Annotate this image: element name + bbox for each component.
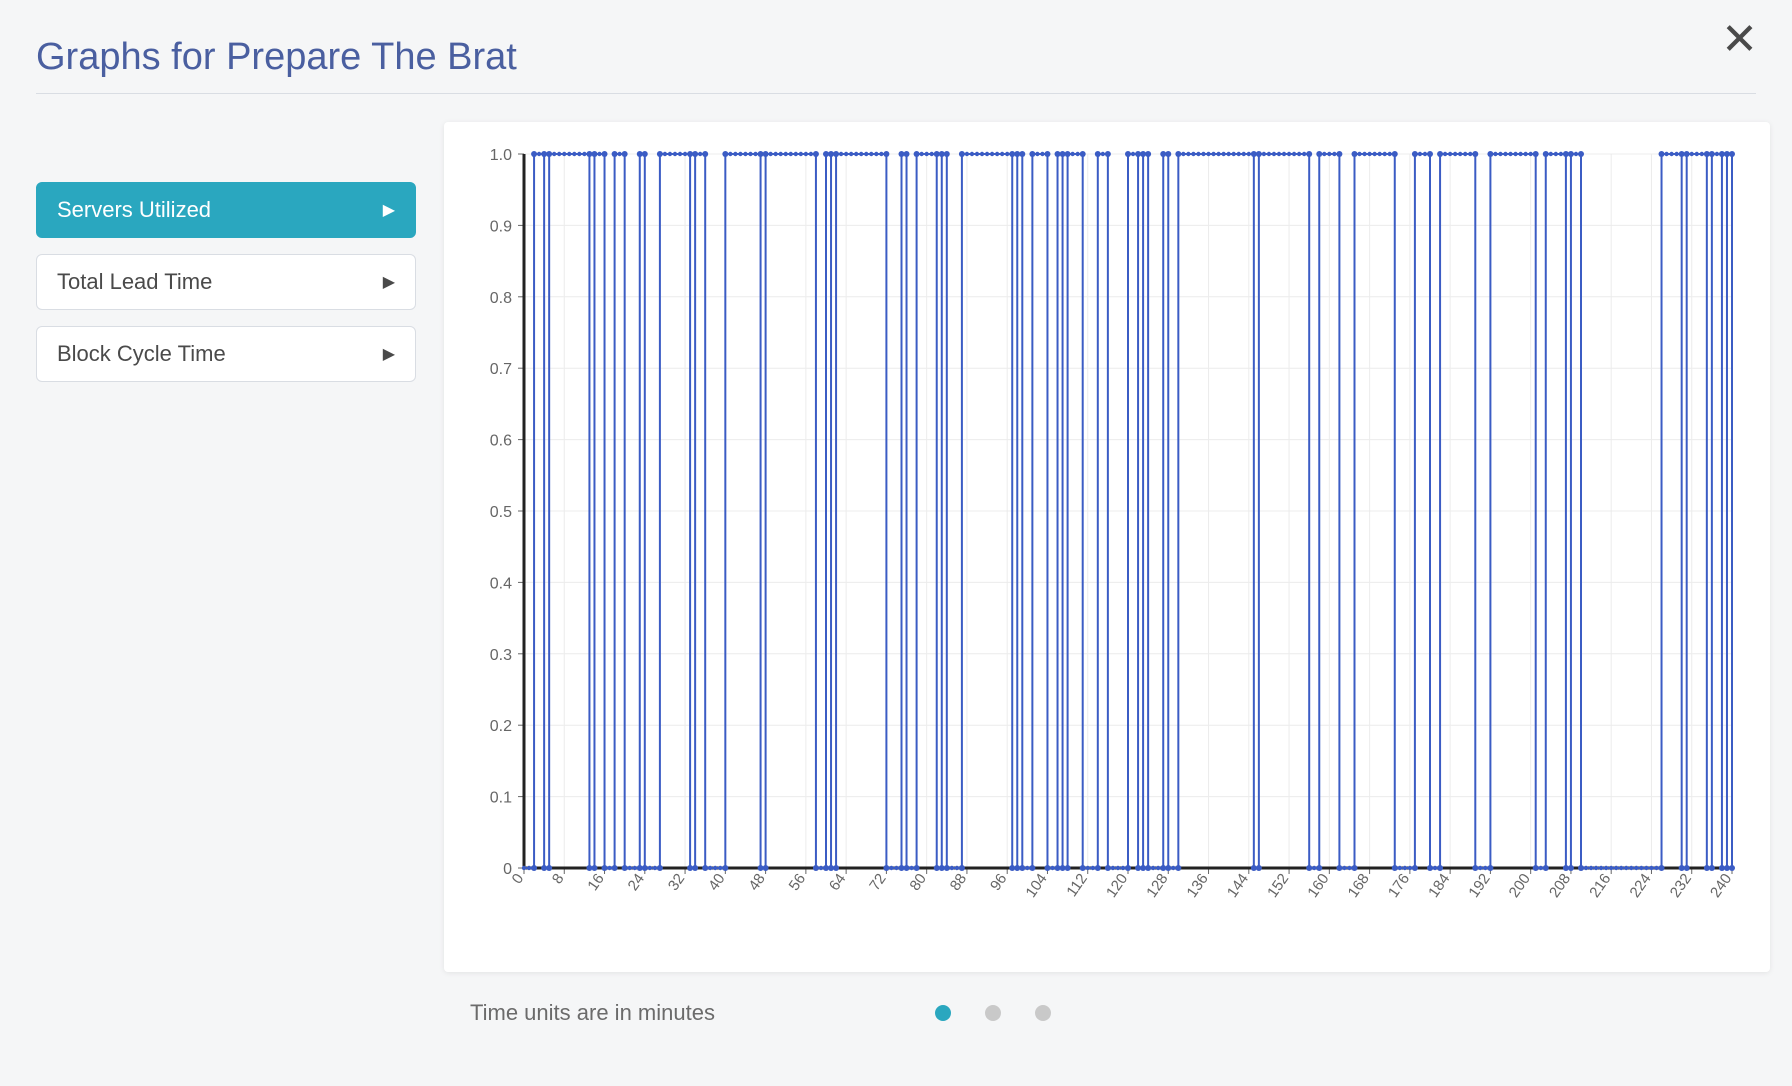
svg-text:184: 184 xyxy=(1425,871,1453,901)
page-dot-3[interactable] xyxy=(1035,1005,1051,1021)
svg-text:192: 192 xyxy=(1465,871,1493,901)
page-dot-1[interactable] xyxy=(935,1005,951,1021)
svg-text:64: 64 xyxy=(826,871,849,894)
svg-text:176: 176 xyxy=(1385,871,1413,901)
svg-text:96: 96 xyxy=(987,871,1010,894)
chevron-right-icon: ▶ xyxy=(383,344,395,364)
sidebar-item-label: Total Lead Time xyxy=(57,269,212,295)
svg-text:0.9: 0.9 xyxy=(490,218,512,235)
svg-text:0.2: 0.2 xyxy=(490,718,512,735)
modal-body: Servers Utilized ▶ Total Lead Time ▶ Blo… xyxy=(36,122,1756,972)
modal-footer: Time units are in minutes xyxy=(0,1000,1792,1026)
svg-text:88: 88 xyxy=(947,871,970,894)
chevron-right-icon: ▶ xyxy=(383,200,395,220)
svg-text:112: 112 xyxy=(1063,871,1091,900)
sidebar-item-servers-utilized[interactable]: Servers Utilized ▶ xyxy=(36,182,416,238)
svg-text:0.5: 0.5 xyxy=(490,504,512,521)
sidebar-item-block-cycle-time[interactable]: Block Cycle Time ▶ xyxy=(36,326,416,382)
svg-text:40: 40 xyxy=(705,871,728,894)
svg-text:16: 16 xyxy=(584,871,607,894)
svg-text:0.6: 0.6 xyxy=(490,433,512,450)
sidebar-item-label: Servers Utilized xyxy=(57,197,211,223)
modal-title: Graphs for Prepare The Brat xyxy=(36,18,1756,94)
sidebar-item-label: Block Cycle Time xyxy=(57,341,226,367)
close-icon[interactable]: ✕ xyxy=(1721,18,1758,62)
svg-text:120: 120 xyxy=(1103,871,1131,901)
svg-text:0.4: 0.4 xyxy=(490,575,512,592)
svg-text:56: 56 xyxy=(786,871,809,894)
chevron-right-icon: ▶ xyxy=(383,272,395,292)
svg-text:48: 48 xyxy=(745,871,768,894)
svg-text:208: 208 xyxy=(1546,871,1574,901)
chart-panel: 00.10.20.30.40.50.60.70.80.91.0081624324… xyxy=(444,122,1770,972)
svg-text:32: 32 xyxy=(665,871,688,894)
graphs-modal: ✕ Graphs for Prepare The Brat Servers Ut… xyxy=(0,0,1792,1086)
svg-text:240: 240 xyxy=(1707,871,1735,901)
chart-selector-sidebar: Servers Utilized ▶ Total Lead Time ▶ Blo… xyxy=(36,122,416,972)
svg-text:224: 224 xyxy=(1626,871,1654,901)
svg-text:152: 152 xyxy=(1264,871,1292,901)
svg-text:216: 216 xyxy=(1586,871,1614,901)
svg-text:0.8: 0.8 xyxy=(490,290,512,307)
svg-text:24: 24 xyxy=(625,871,648,894)
svg-text:128: 128 xyxy=(1143,871,1171,901)
svg-text:232: 232 xyxy=(1667,871,1695,901)
svg-text:72: 72 xyxy=(866,871,889,894)
svg-text:0.3: 0.3 xyxy=(490,647,512,664)
svg-text:168: 168 xyxy=(1345,871,1373,901)
svg-text:160: 160 xyxy=(1304,871,1332,901)
svg-text:136: 136 xyxy=(1184,871,1212,901)
servers-utilized-chart: 00.10.20.30.40.50.60.70.80.91.0081624324… xyxy=(462,140,1752,940)
sidebar-item-total-lead-time[interactable]: Total Lead Time ▶ xyxy=(36,254,416,310)
svg-text:144: 144 xyxy=(1224,871,1252,901)
units-caption: Time units are in minutes xyxy=(470,1000,715,1026)
svg-text:104: 104 xyxy=(1022,871,1050,901)
svg-text:200: 200 xyxy=(1506,871,1534,901)
svg-text:0.7: 0.7 xyxy=(490,361,512,378)
page-indicator xyxy=(935,1005,1051,1021)
svg-text:1.0: 1.0 xyxy=(490,147,512,164)
svg-text:0.1: 0.1 xyxy=(490,790,512,807)
svg-text:80: 80 xyxy=(906,871,929,894)
page-dot-2[interactable] xyxy=(985,1005,1001,1021)
